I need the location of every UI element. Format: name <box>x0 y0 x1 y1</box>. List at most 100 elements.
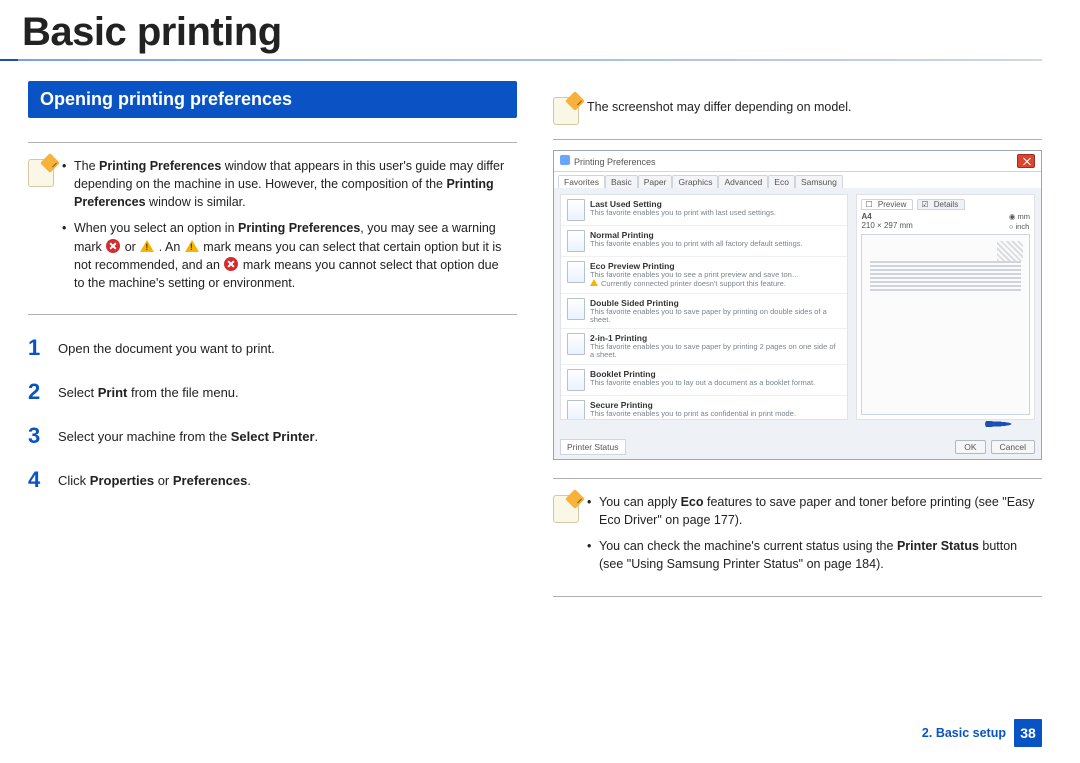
favorite-thumb-icon <box>567 369 585 391</box>
step-item: Open the document you want to print. <box>28 337 517 359</box>
note-bullets-right: You can apply Eco features to save paper… <box>587 493 1036 582</box>
tab-eco[interactable]: Eco <box>768 175 795 188</box>
page-number: 38 <box>1014 719 1042 747</box>
note-icon <box>553 97 579 125</box>
tab-details[interactable]: ☑ Details <box>917 199 965 210</box>
favorite-thumb-icon <box>567 261 585 283</box>
favorite-desc: This favorite enables you to print as co… <box>590 410 796 418</box>
note-icon <box>28 159 54 187</box>
step-item: Select Print from the file menu. <box>28 381 517 403</box>
bold: Printing Preferences <box>99 159 221 173</box>
text: Select your machine from the <box>58 429 231 444</box>
title-rule <box>0 59 1042 61</box>
error-icon <box>106 239 120 253</box>
unit-radios: ◉ mm ○ inch <box>1009 212 1030 231</box>
text: window is similar. <box>146 195 246 209</box>
tab-advanced[interactable]: Advanced <box>718 175 768 188</box>
tab-samsung[interactable]: Samsung <box>795 175 843 188</box>
tab-preview[interactable]: ☐ Preview <box>861 199 913 210</box>
favorite-thumb-icon <box>567 230 585 252</box>
paper-size: 210 × 297 mm <box>861 221 912 230</box>
step-text: Open the document you want to print. <box>58 337 275 356</box>
note-box-top-left: The Printing Preferences window that app… <box>28 142 517 315</box>
radio-inch[interactable]: ○ inch <box>1009 222 1030 231</box>
favorite-desc: This favorite enables you to save paper … <box>590 343 841 360</box>
favorite-item[interactable]: Normal PrintingThis favorite enables you… <box>561 226 847 257</box>
bold: Printing Preferences <box>238 221 360 235</box>
bold: Eco <box>681 495 704 509</box>
favorite-warning: Currently connected printer doesn't supp… <box>590 279 799 288</box>
text: You can check the machine's current stat… <box>599 539 897 553</box>
tab-favorites[interactable]: Favorites <box>558 175 605 188</box>
step-text: Click Properties or Preferences. <box>58 469 251 488</box>
tab-basic[interactable]: Basic <box>605 175 638 188</box>
left-column: Opening printing preferences The Printin… <box>28 81 517 619</box>
step-item: Click Properties or Preferences. <box>28 469 517 491</box>
chapter-label: 2. Basic setup <box>922 726 1006 740</box>
dialog-tabs: Favorites Basic Paper Graphics Advanced … <box>554 172 1041 188</box>
page-title: Basic printing <box>0 0 1080 59</box>
note-box-top-right: The screenshot may differ depending on m… <box>553 81 1042 140</box>
radio-mm[interactable]: ◉ mm <box>1009 212 1030 221</box>
text: or <box>154 473 173 488</box>
step-text: Select Print from the file menu. <box>58 381 239 400</box>
favorite-thumb-icon <box>567 333 585 355</box>
note-text: The screenshot may differ depending on m… <box>587 95 852 125</box>
app-icon <box>560 155 570 165</box>
text: or <box>121 240 139 254</box>
note-bullets-left: The Printing Preferences window that app… <box>62 157 511 300</box>
favorite-thumb-icon <box>567 400 585 421</box>
steps-list: Open the document you want to print. Sel… <box>28 337 517 491</box>
warning-icon <box>590 279 598 286</box>
tab-graphics[interactable]: Graphics <box>672 175 718 188</box>
paper-info: A4 210 × 297 mm ◉ mm ○ inch <box>861 212 1030 231</box>
text: Select <box>58 385 98 400</box>
bold: Printer Status <box>897 539 979 553</box>
preview-panel: ☐ Preview ☑ Details A4 210 × 297 mm ◉ mm… <box>856 194 1035 420</box>
tab-paper[interactable]: Paper <box>638 175 673 188</box>
favorite-item[interactable]: 2-in-1 PrintingThis favorite enables you… <box>561 329 847 365</box>
bold: Properties <box>90 473 154 488</box>
favorite-desc: This favorite enables you to lay out a d… <box>590 379 815 387</box>
text: Click <box>58 473 90 488</box>
favorite-item[interactable]: Secure PrintingThis favorite enables you… <box>561 396 847 421</box>
favorite-title: Booklet Printing <box>590 369 815 379</box>
note-icon <box>553 495 579 523</box>
content-columns: Opening printing preferences The Printin… <box>0 81 1080 619</box>
favorite-desc: This favorite enables you to save paper … <box>590 308 841 325</box>
bold: Select Printer <box>231 429 315 444</box>
text: . An <box>155 240 184 254</box>
note-bullet: You can apply Eco features to save paper… <box>587 493 1036 529</box>
text: The <box>74 159 99 173</box>
page-footer: 2. Basic setup 38 <box>922 719 1042 747</box>
window-title: Printing Preferences <box>560 155 656 167</box>
favorite-title: Double Sided Printing <box>590 298 841 308</box>
note-bullet: The Printing Preferences window that app… <box>62 157 511 211</box>
step-item: Select your machine from the Select Prin… <box>28 425 517 447</box>
step-text: Select your machine from the Select Prin… <box>58 425 318 444</box>
bold: Preferences <box>173 473 247 488</box>
title-text: Printing Preferences <box>574 157 656 167</box>
favorite-thumb-icon <box>567 298 585 320</box>
warning-icon <box>590 418 598 420</box>
right-column: The screenshot may differ depending on m… <box>553 81 1042 619</box>
favorite-thumb-icon <box>567 199 585 221</box>
preview-tabs: ☐ Preview ☑ Details <box>861 199 1030 210</box>
samsung-logo <box>985 419 1031 429</box>
favorite-item[interactable]: Double Sided PrintingThis favorite enabl… <box>561 294 847 330</box>
printing-preferences-screenshot: Printing Preferences Favorites Basic Pap… <box>553 150 1042 460</box>
paper-label: A4 <box>861 212 912 221</box>
close-icon[interactable] <box>1017 154 1035 168</box>
text: from the file menu. <box>127 385 238 400</box>
text: . <box>247 473 251 488</box>
favorite-item[interactable]: Eco Preview PrintingThis favorite enable… <box>561 257 847 294</box>
favorite-item[interactable]: Booklet PrintingThis favorite enables yo… <box>561 365 847 396</box>
text: When you select an option in <box>74 221 238 235</box>
cancel-button[interactable]: Cancel <box>991 440 1035 454</box>
favorite-item[interactable]: Last Used SettingThis favorite enables y… <box>561 195 847 226</box>
favorite-desc: This favorite enables you to print with … <box>590 209 776 217</box>
printer-status-button[interactable]: Printer Status <box>560 439 626 455</box>
ok-button[interactable]: OK <box>955 440 985 454</box>
favorite-title: Secure Printing <box>590 400 796 410</box>
text: . <box>315 429 319 444</box>
